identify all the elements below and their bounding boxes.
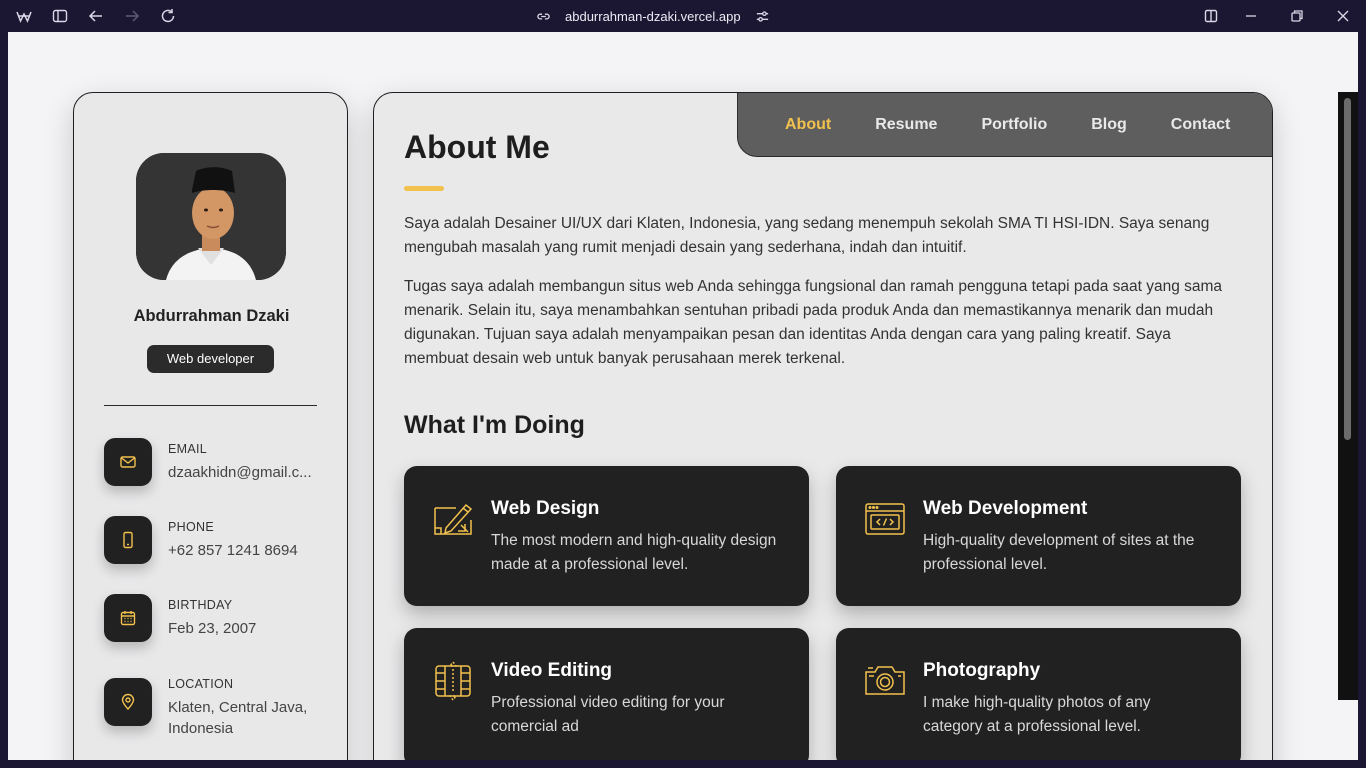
service-description: High-quality development of sites at the… [923, 532, 1195, 573]
contact-email: EMAIL dzaakhidn@gmail.c... [104, 438, 334, 498]
scrollbar[interactable] [1338, 92, 1358, 700]
profile-name: Abdurrahman Dzaki [133, 307, 290, 325]
service-card-web-development: Web Development High-quality development… [836, 466, 1241, 606]
avatar [136, 153, 286, 280]
service-card-video-editing: Video Editing Professional video editing… [404, 628, 809, 760]
link-icon [537, 13, 550, 19]
email-link[interactable]: dzaakhidn@gmail.c... [168, 462, 318, 483]
nav-portfolio[interactable]: Portfolio [981, 116, 1047, 134]
site-settings-icon[interactable] [755, 9, 770, 24]
location-pin-icon [104, 678, 152, 726]
mail-icon [104, 438, 152, 486]
address-bar[interactable]: abdurrahman-dzaki.vercel.app [536, 0, 770, 32]
main-content: About Resume Portfolio Blog Contact Abou… [373, 92, 1273, 760]
about-paragraph-2: Tugas saya adalah membangun situs web An… [404, 278, 1223, 367]
back-arrow-icon[interactable] [86, 6, 106, 26]
browser-toolbar: abdurrahman-dzaki.vercel.app [0, 0, 1366, 32]
contact-label: BIRTHDAY [168, 598, 233, 612]
browser-logo-icon[interactable] [14, 6, 34, 26]
page-title: About Me [404, 129, 550, 165]
nav-resume[interactable]: Resume [875, 116, 937, 134]
contact-location: LOCATION Klaten, Central Java, Indonesia [104, 677, 334, 748]
birthday-value: Feb 23, 2007 [168, 620, 257, 637]
restore-icon[interactable] [1287, 6, 1307, 26]
profile-sidebar: Abdurrahman Dzaki Web developer EMAIL dz… [73, 92, 348, 760]
title-underline [404, 186, 444, 191]
sidebar-toggle-icon[interactable] [50, 6, 70, 26]
forward-arrow-icon[interactable] [122, 6, 142, 26]
url-text: abdurrahman-dzaki.vercel.app [565, 8, 741, 24]
nav-contact[interactable]: Contact [1171, 116, 1231, 134]
nav-about[interactable]: About [785, 116, 831, 134]
service-description: I make high-quality photos of any catego… [923, 694, 1151, 735]
service-description: The most modern and high-quality design … [491, 532, 777, 573]
code-window-icon [865, 503, 905, 535]
film-strip-icon [435, 660, 471, 702]
service-title: Photography [923, 660, 1041, 681]
contact-label: EMAIL [168, 442, 208, 456]
service-title: Web Development [923, 498, 1088, 519]
contact-phone: PHONE +62 857 1241 8694 [104, 516, 334, 576]
contact-label: LOCATION [168, 677, 234, 691]
location-value: Klaten, Central Java, Indonesia [168, 699, 308, 737]
services-title: What I'm Doing [404, 411, 585, 439]
service-description: Professional video editing for your come… [491, 694, 725, 735]
contact-label: PHONE [168, 520, 214, 534]
phone-icon [104, 516, 152, 564]
role-badge: Web developer [147, 345, 274, 373]
minimize-icon[interactable] [1241, 6, 1261, 26]
camera-icon [865, 666, 905, 695]
service-card-photography: Photography I make high-quality photos o… [836, 628, 1241, 760]
nav-blog[interactable]: Blog [1091, 116, 1127, 134]
service-title: Web Design [491, 498, 600, 519]
divider [104, 405, 317, 406]
contact-birthday: BIRTHDAY Feb 23, 2007 [104, 594, 334, 654]
about-paragraph-1: Saya adalah Desainer UI/UX dari Klaten, … [404, 215, 1210, 256]
split-view-icon[interactable] [1201, 6, 1221, 26]
scrollbar-thumb[interactable] [1344, 98, 1351, 440]
top-navbar: About Resume Portfolio Blog Contact [737, 93, 1272, 157]
service-card-web-design: Web Design The most modern and high-qual… [404, 466, 809, 606]
close-icon[interactable] [1333, 6, 1353, 26]
phone-link[interactable]: +62 857 1241 8694 [168, 540, 318, 561]
page-viewport: Abdurrahman Dzaki Web developer EMAIL dz… [8, 32, 1358, 760]
design-pencil-icon [434, 503, 473, 535]
service-title: Video Editing [491, 660, 613, 681]
reload-icon[interactable] [158, 6, 178, 26]
calendar-icon [104, 594, 152, 642]
